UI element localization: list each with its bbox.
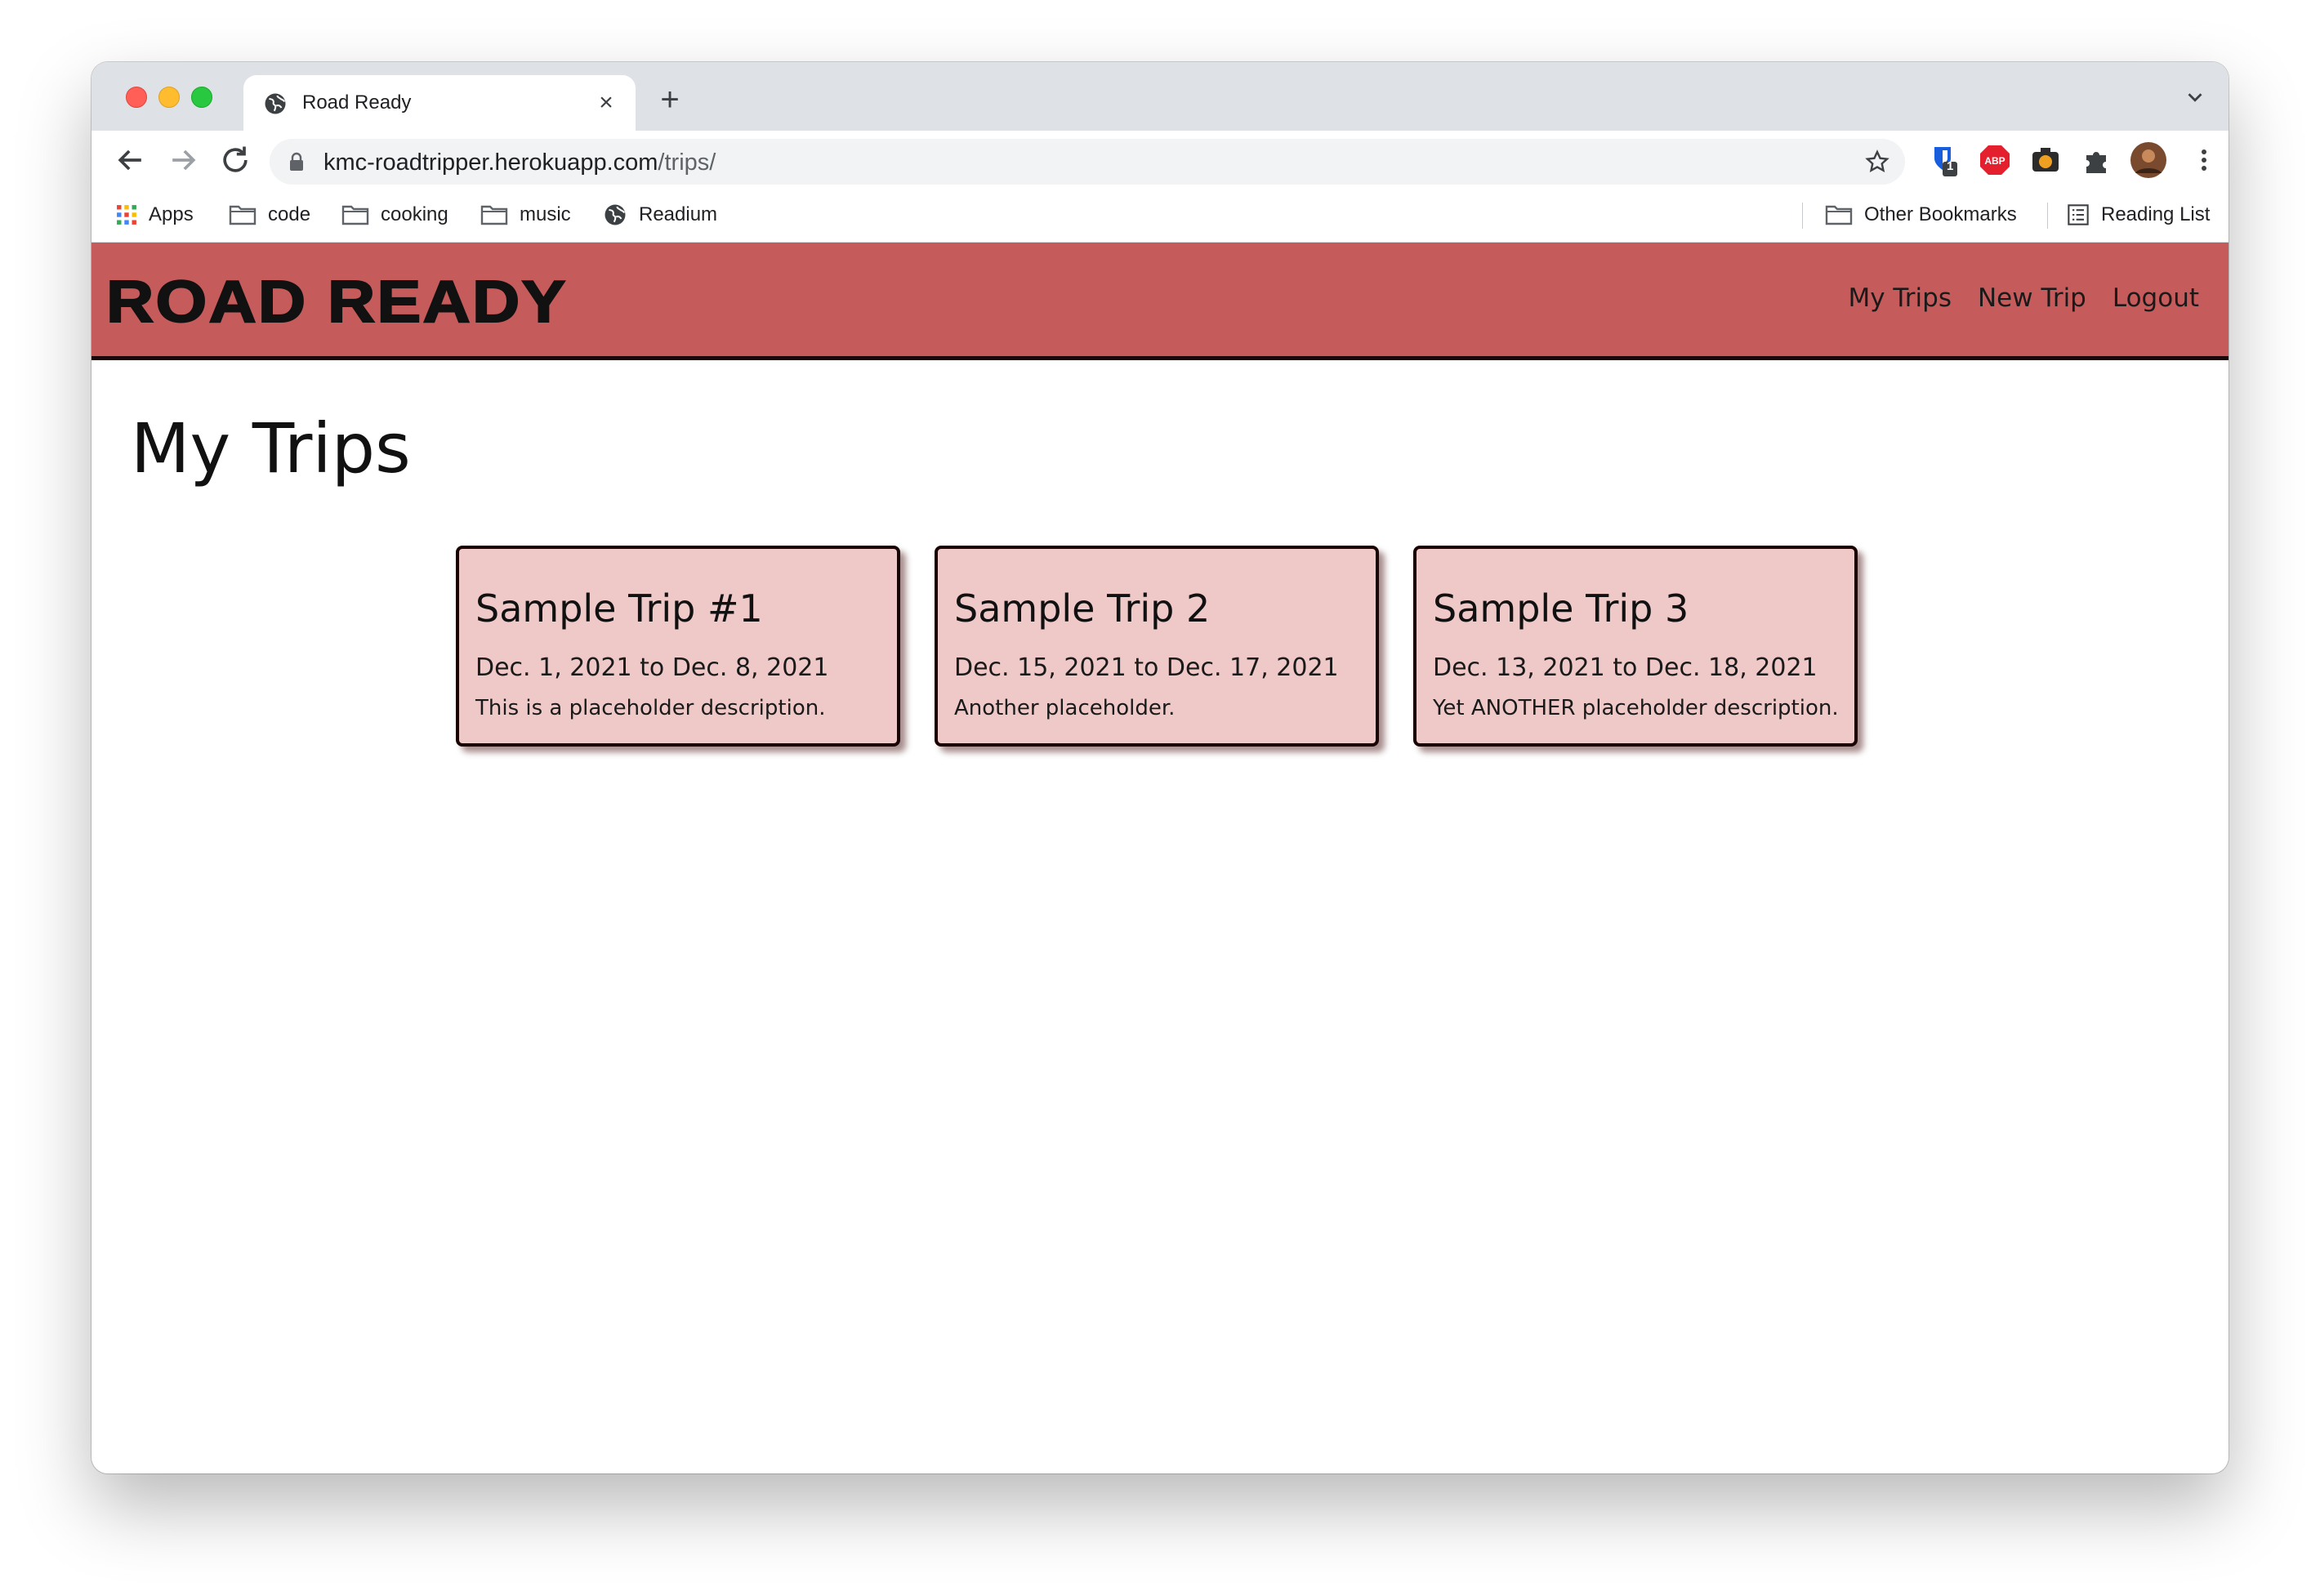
nav-link-logout[interactable]: Logout xyxy=(2113,283,2199,313)
folder-icon xyxy=(1825,205,1853,225)
tab-road-ready[interactable]: Road Ready × xyxy=(243,75,636,131)
bookmark-other-bookmarks[interactable]: Other Bookmarks xyxy=(1825,201,2017,229)
extension-badge: 1 xyxy=(1947,159,1954,173)
bookmark-label: code xyxy=(268,203,311,225)
camera-extension-icon[interactable] xyxy=(2029,144,2062,176)
reload-icon[interactable] xyxy=(217,142,253,178)
url-host: kmc-roadtripper.herokuapp.com xyxy=(323,149,658,176)
globe-icon xyxy=(265,93,286,114)
nav-link-new-trip[interactable]: New Trip xyxy=(1978,283,2086,313)
reading-list-button[interactable]: Reading List xyxy=(2067,201,2210,229)
close-window-button[interactable] xyxy=(126,87,147,108)
bookmark-apps[interactable]: Apps xyxy=(116,201,194,229)
site-header: ROAD READY My Trips New Trip Logout xyxy=(91,243,2229,360)
bookmark-label: Apps xyxy=(149,203,194,225)
tab-title: Road Ready xyxy=(302,91,412,114)
forward-arrow-icon[interactable] xyxy=(165,142,201,178)
bookmarks-divider xyxy=(1802,203,1803,229)
address-bar[interactable]: kmc-roadtripper.herokuapp.com/trips/ xyxy=(270,139,1905,185)
trip-description: Yet ANOTHER placeholder description. xyxy=(1433,696,1839,720)
site-logo[interactable]: ROAD READY xyxy=(105,269,568,336)
trip-title[interactable]: Sample Trip 2 xyxy=(954,586,1210,631)
svg-text:ABP: ABP xyxy=(1984,155,2005,167)
trip-card[interactable]: Sample Trip 2 Dec. 15, 2021 to Dec. 17, … xyxy=(935,546,1379,747)
bookmark-label: cooking xyxy=(381,203,448,225)
close-tab-icon[interactable]: × xyxy=(590,87,622,119)
adblock-plus-icon[interactable]: ABP xyxy=(1979,144,2011,176)
kebab-menu-icon[interactable] xyxy=(2188,144,2220,176)
site-nav: My Trips New Trip Logout xyxy=(1848,283,2199,313)
browser-window: Road Ready × + kmc-roadtripper.herokuapp… xyxy=(91,62,2229,1473)
lock-icon[interactable] xyxy=(289,152,304,172)
trip-title[interactable]: Sample Trip #1 xyxy=(475,586,763,631)
trip-description: This is a placeholder description. xyxy=(475,696,826,720)
bookmark-folder-music[interactable]: music xyxy=(480,201,571,229)
bookmark-star-icon[interactable] xyxy=(1864,149,1890,175)
trip-dates: Dec. 15, 2021 to Dec. 17, 2021 xyxy=(954,653,1339,682)
bookmark-folder-code[interactable]: code xyxy=(229,201,310,229)
folder-icon xyxy=(229,205,257,225)
back-arrow-icon[interactable] xyxy=(113,142,149,178)
new-tab-icon[interactable]: + xyxy=(652,82,688,118)
nav-link-my-trips[interactable]: My Trips xyxy=(1848,283,1952,313)
reading-list-label: Reading List xyxy=(2101,203,2211,225)
bookmark-label: music xyxy=(520,203,571,225)
tab-search-chevron-icon[interactable] xyxy=(2183,85,2207,109)
bookmark-folder-cooking[interactable]: cooking xyxy=(341,201,448,229)
apps-grid-icon xyxy=(117,205,136,225)
puzzle-extensions-icon[interactable] xyxy=(2080,144,2113,176)
maximize-window-button[interactable] xyxy=(191,87,212,108)
trip-dates: Dec. 13, 2021 to Dec. 18, 2021 xyxy=(1433,653,1818,682)
browser-toolbar: kmc-roadtripper.herokuapp.com/trips/ 1 A… xyxy=(91,131,2229,189)
trip-dates: Dec. 1, 2021 to Dec. 8, 2021 xyxy=(475,653,829,682)
url-path: /trips/ xyxy=(658,149,716,176)
bookmark-label: Readium xyxy=(639,203,718,225)
minimize-window-button[interactable] xyxy=(158,87,180,108)
bookmark-readium[interactable]: Readium xyxy=(603,201,717,229)
bitwarden-extension-icon[interactable]: 1 xyxy=(1928,144,1961,176)
trip-card[interactable]: Sample Trip 3 Dec. 13, 2021 to Dec. 18, … xyxy=(1413,546,1858,747)
trip-card-list: Sample Trip #1 Dec. 1, 2021 to Dec. 8, 2… xyxy=(456,546,1858,747)
bookmarks-divider xyxy=(2047,203,2048,229)
trip-title[interactable]: Sample Trip 3 xyxy=(1433,586,1689,631)
page-title: My Trips xyxy=(131,408,411,488)
bookmarks-bar: Apps code cooking music Readium Other Bo… xyxy=(91,189,2229,243)
profile-avatar[interactable] xyxy=(2130,142,2166,178)
shield-icon xyxy=(1934,147,1957,176)
trip-card[interactable]: Sample Trip #1 Dec. 1, 2021 to Dec. 8, 2… xyxy=(456,546,900,747)
trip-description: Another placeholder. xyxy=(954,696,1176,720)
other-bookmarks-label: Other Bookmarks xyxy=(1864,203,2017,225)
globe-icon xyxy=(605,204,626,225)
reading-list-icon xyxy=(2068,204,2089,225)
folder-icon xyxy=(341,205,369,225)
folder-icon xyxy=(480,205,508,225)
url-text: kmc-roadtripper.herokuapp.com/trips/ xyxy=(323,149,716,176)
tab-strip: Road Ready × + xyxy=(91,62,2229,131)
